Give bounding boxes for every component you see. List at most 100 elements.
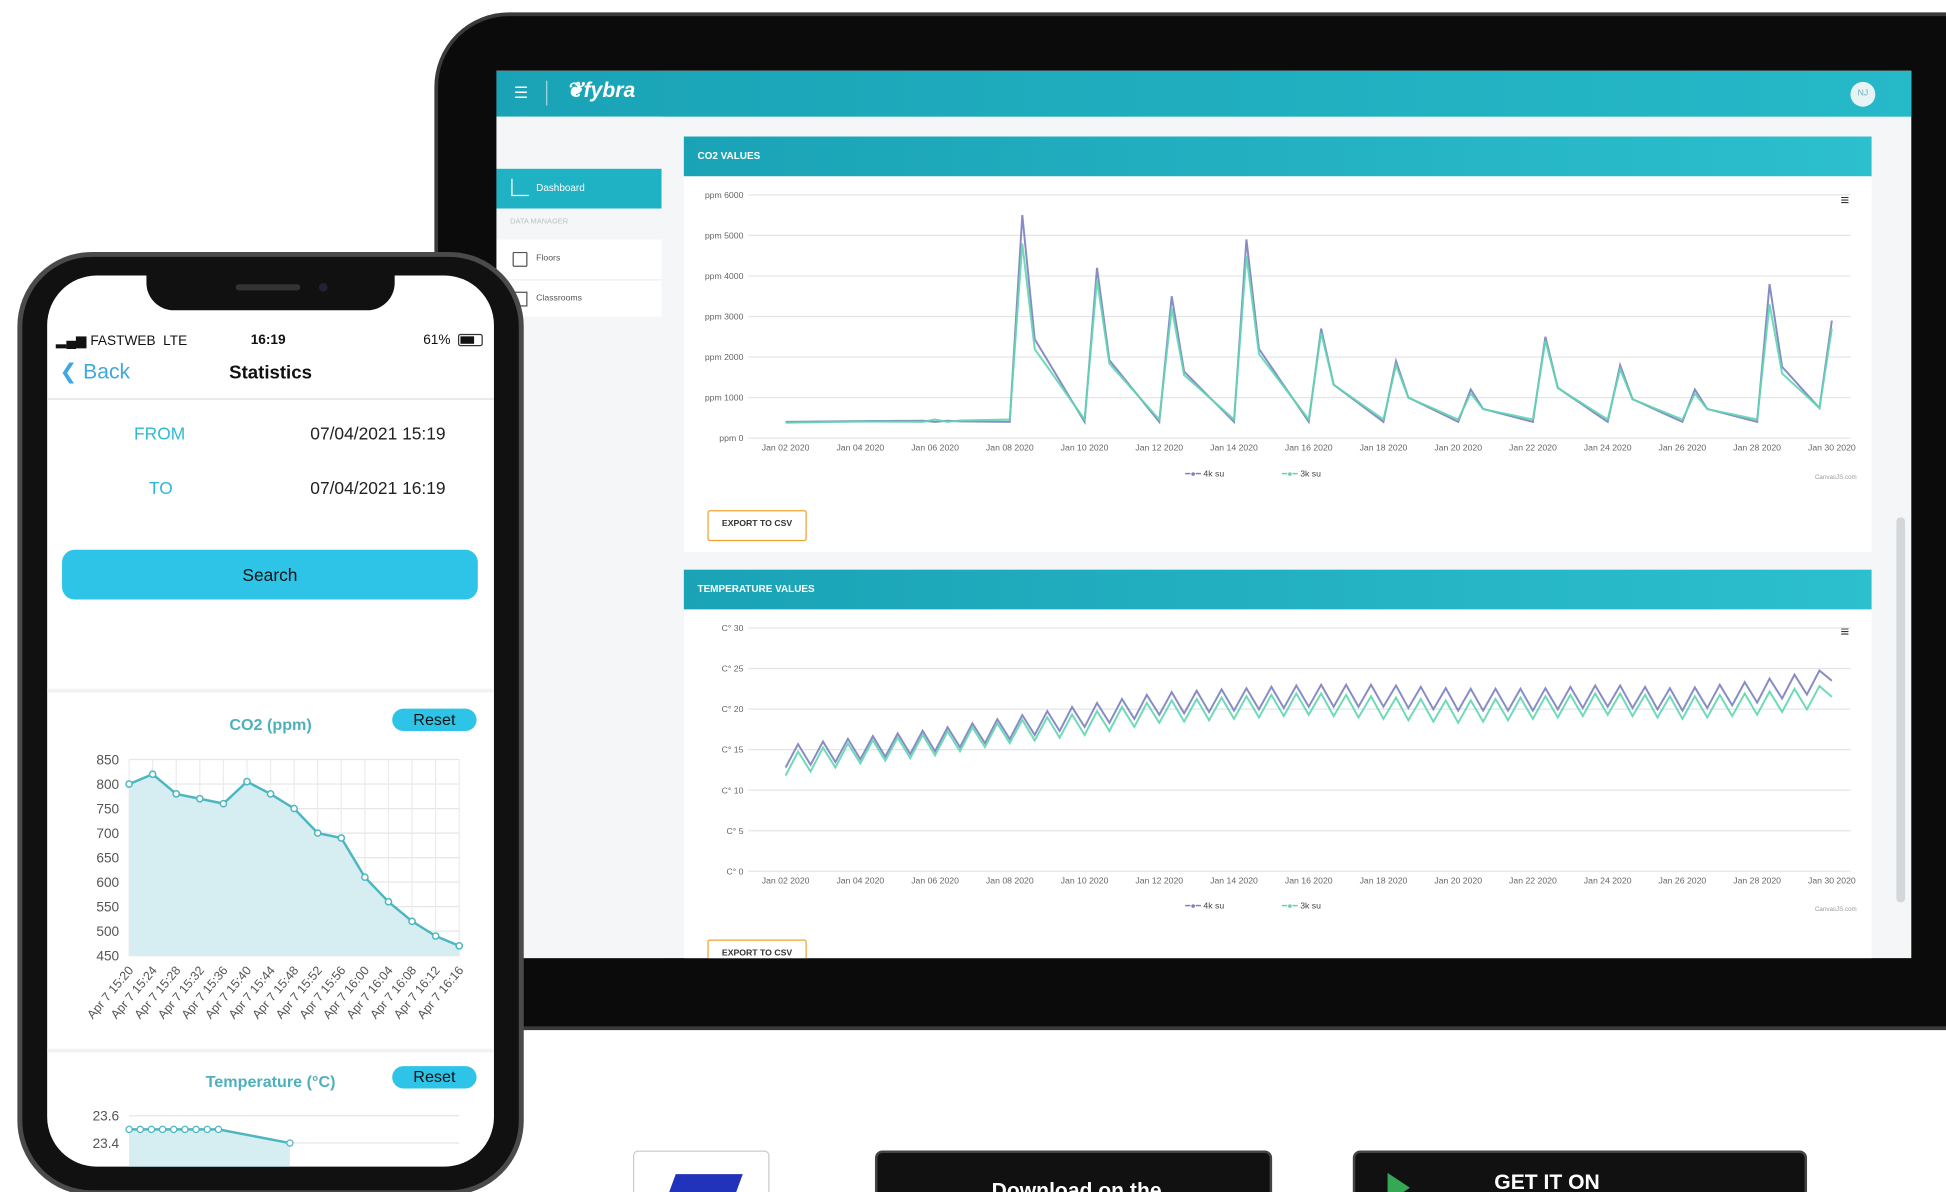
export-csv-button[interactable]: EXPORT TO CSV	[707, 939, 807, 959]
legend-label: 3k su	[1300, 470, 1321, 480]
x-tick-label: Jan 20 2020	[1434, 443, 1482, 453]
co2-panel-title: CO2 VALUES	[683, 136, 1872, 177]
temperature-panel: TEMPERATURE VALUES ≡ C° 0 C° 5 C° 10 C° 15 C…	[683, 569, 1872, 959]
battery-icon	[457, 333, 483, 347]
reset-co2-button[interactable]: Reset	[392, 708, 477, 732]
x-tick-label: Jan 10 2020	[1061, 443, 1109, 453]
google-play-badge[interactable]: GET IT ON	[1352, 1150, 1808, 1192]
tablet-screen: ☰ ❦fybra NJ Dashboard DATA MANAGER Floor…	[496, 70, 1912, 959]
series-line-4k-su	[785, 214, 1833, 425]
x-tick-label: Jan 28 2020	[1733, 443, 1781, 453]
x-tick-label: Jan 06 2020	[911, 876, 959, 886]
legend-3k[interactable]: ━●━ 3k su	[1282, 901, 1321, 911]
legend-4k[interactable]: ━●━ 4k su	[1185, 901, 1224, 911]
x-tick-label: Jan 16 2020	[1285, 443, 1333, 453]
app-icon[interactable]	[632, 1150, 770, 1192]
y-tick-label: ppm 3000	[705, 312, 744, 322]
x-tick-label: Jan 30 2020	[1808, 876, 1856, 886]
leaf-icon: ❦	[565, 78, 584, 102]
legend-label: 4k su	[1203, 902, 1225, 911]
hamburger-menu-icon[interactable]: ☰	[514, 84, 531, 101]
x-tick-label: Jan 28 2020	[1733, 876, 1781, 886]
floor-icon	[512, 251, 528, 267]
data-point	[313, 829, 322, 837]
data-point	[455, 941, 464, 950]
export-csv-button[interactable]: EXPORT TO CSV	[707, 510, 807, 542]
camera	[318, 282, 328, 292]
y-tick-label: C° 30	[722, 623, 744, 633]
x-tick-label: Jan 22 2020	[1509, 443, 1557, 453]
app-store-badge[interactable]: Download on the	[874, 1150, 1273, 1192]
sidebar-item-label: Dashboard	[536, 182, 585, 194]
x-tick-label: Jan 12 2020	[1135, 876, 1183, 886]
x-tick-label: Jan 22 2020	[1509, 876, 1557, 886]
data-point	[147, 1125, 156, 1134]
area-fill	[129, 1129, 290, 1167]
chart-credit[interactable]: CanvasJS.com	[1815, 474, 1857, 481]
x-tick-label: Jan 14 2020	[1210, 876, 1258, 886]
status-carrier: ▂▄▆ FASTWEB LTE	[56, 333, 187, 349]
data-point	[408, 917, 416, 926]
y-tick-label: C° 25	[722, 664, 744, 674]
x-tick-label: Jan 24 2020	[1584, 443, 1632, 453]
search-button[interactable]: Search	[62, 549, 478, 600]
y-tick-label: 700	[96, 826, 119, 841]
reset-temperature-button[interactable]: Reset	[392, 1066, 477, 1089]
to-date-field[interactable]: 07/04/2021 16:19	[310, 478, 445, 498]
data-point	[290, 804, 298, 813]
from-date-field[interactable]: 07/04/2021 15:19	[310, 423, 445, 443]
top-bar: ☰ ❦fybra NJ	[496, 70, 1912, 117]
x-tick-label: Jan 14 2020	[1210, 443, 1258, 453]
x-tick-label: Jan 02 2020	[762, 443, 810, 453]
data-point	[125, 1125, 133, 1134]
sidebar-item-label: Floors	[536, 254, 561, 264]
data-point	[243, 777, 251, 786]
scrollbar[interactable]	[1896, 517, 1906, 903]
data-point	[337, 834, 346, 842]
series-line-4k-su	[784, 669, 1833, 768]
x-tick-label: Jan 16 2020	[1285, 876, 1333, 886]
legend-label: 3k su	[1300, 902, 1321, 911]
x-tick-label: Jan 24 2020	[1584, 876, 1632, 886]
page-title: Statistics	[229, 362, 312, 384]
speaker	[235, 284, 301, 291]
data-point	[431, 932, 440, 940]
sidebar-item-dashboard[interactable]: Dashboard	[496, 168, 662, 209]
data-point	[203, 1125, 211, 1134]
x-tick-label: Jan 18 2020	[1360, 443, 1408, 453]
x-tick-label: Jan 18 2020	[1360, 876, 1408, 886]
carrier-name: FASTWEB	[90, 333, 156, 349]
avatar[interactable]: NJ	[1850, 81, 1876, 107]
x-tick-label: Jan 26 2020	[1659, 443, 1707, 453]
y-tick-label: ppm 2000	[705, 352, 744, 362]
phone-notch	[146, 275, 395, 311]
y-tick-label: ppm 1000	[705, 393, 744, 403]
y-tick-label: C° 0	[726, 866, 743, 876]
data-point	[148, 770, 157, 779]
y-tick-label: 600	[96, 875, 119, 890]
chart-credit[interactable]: CanvasJS.com	[1815, 906, 1857, 913]
x-tick-label: Jan 12 2020	[1135, 443, 1183, 453]
brand-logo[interactable]: ❦fybra	[566, 78, 635, 103]
series-line-3k-su	[784, 684, 1833, 777]
data-point	[219, 799, 228, 808]
data-point	[192, 1125, 200, 1134]
x-tick-label: Jan 20 2020	[1434, 876, 1482, 886]
legend-4k[interactable]: ━●━ 4k su	[1185, 469, 1224, 479]
legend-3k[interactable]: ━●━ 3k su	[1282, 469, 1321, 479]
status-battery-percent: 61%	[423, 332, 451, 348]
y-tick-label: 750	[96, 802, 119, 817]
sidebar-section-label: DATA MANAGER	[510, 218, 569, 226]
data-point	[361, 873, 369, 882]
temperature-panel-title: TEMPERATURE VALUES	[683, 569, 1872, 610]
legend-label: 4k su	[1203, 470, 1225, 480]
data-point	[136, 1125, 144, 1134]
y-tick-label: C° 10	[722, 785, 744, 795]
data-point	[181, 1125, 189, 1134]
y-tick-label: 550	[96, 900, 119, 915]
sidebar-item-floors[interactable]: Floors	[496, 239, 662, 280]
y-tick-label: C° 20	[722, 704, 744, 714]
data-point	[125, 780, 133, 788]
y-tick-label: C° 5	[726, 826, 743, 836]
data-point	[286, 1139, 294, 1147]
